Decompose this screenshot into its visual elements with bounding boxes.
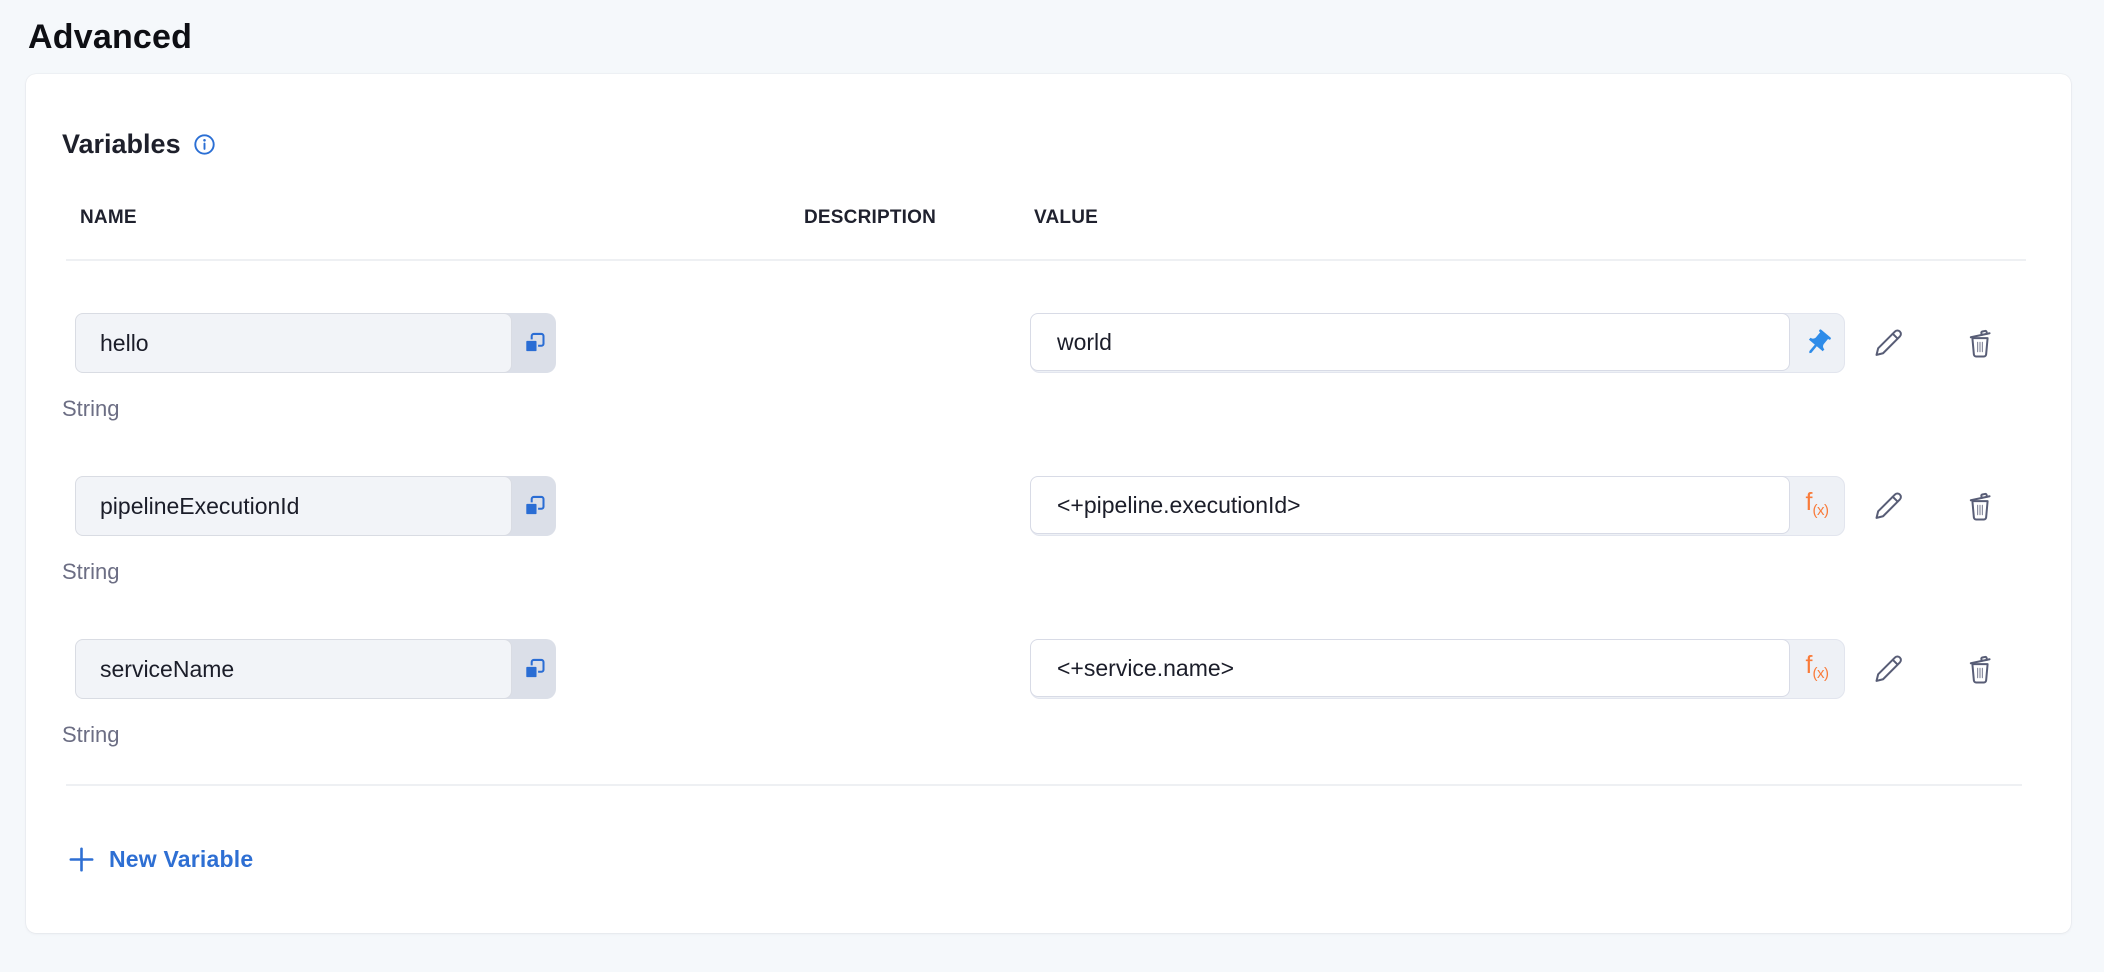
trash-icon — [1964, 653, 1996, 685]
variable-name-input[interactable] — [75, 313, 512, 373]
new-variable-button[interactable]: New Variable — [68, 846, 253, 873]
variable-name-input[interactable] — [75, 476, 512, 536]
delete-variable-button[interactable] — [1963, 489, 1997, 523]
variable-name-input[interactable] — [75, 639, 512, 699]
trash-icon — [1964, 490, 1996, 522]
fx-icon: f(x) — [1806, 653, 1829, 686]
variable-row-pipelineExecutionId: String f(x) — [62, 476, 2071, 586]
row-actions — [1845, 476, 2071, 536]
expression-value-type-button[interactable]: f(x) — [1790, 640, 1844, 698]
copy-variable-button[interactable] — [512, 476, 556, 536]
page-title: Advanced — [28, 20, 2104, 54]
pin-icon — [1802, 328, 1833, 359]
variable-type-label: String — [62, 721, 800, 749]
variable-description-cell — [800, 313, 1030, 373]
copy-icon — [521, 656, 548, 683]
row-actions — [1845, 639, 2071, 699]
variable-row-hello: String — [62, 313, 2071, 423]
variables-title: Variables — [62, 130, 181, 158]
copy-icon — [521, 330, 548, 357]
copy-variable-button[interactable] — [512, 639, 556, 699]
variables-heading: Variables — [62, 130, 2071, 158]
edit-variable-button[interactable] — [1871, 489, 1905, 523]
variable-name-group — [75, 476, 556, 536]
column-header-value: VALUE — [1034, 206, 2026, 229]
variable-type-label: String — [62, 558, 800, 586]
new-variable-label: New Variable — [109, 846, 253, 873]
variables-rows: String — [62, 261, 2071, 749]
delete-variable-button[interactable] — [1963, 326, 1997, 360]
name-cell: String — [62, 313, 800, 423]
variable-description-cell — [800, 476, 1030, 536]
variable-row-serviceName: String f(x) — [62, 639, 2071, 749]
copy-variable-button[interactable] — [512, 313, 556, 373]
variable-description-cell — [800, 639, 1030, 699]
column-header-description: DESCRIPTION — [804, 206, 1034, 229]
fx-icon: f(x) — [1806, 490, 1829, 523]
variable-value-group: f(x) — [1030, 476, 1845, 536]
column-header-name: NAME — [80, 206, 804, 229]
variables-table-header: NAME DESCRIPTION VALUE — [66, 206, 2026, 261]
copy-icon — [521, 493, 548, 520]
expression-value-type-button[interactable]: f(x) — [1790, 477, 1844, 535]
trash-icon — [1964, 327, 1996, 359]
pencil-icon — [1872, 653, 1904, 685]
plus-icon — [68, 846, 95, 873]
variable-name-group — [75, 639, 556, 699]
row-actions — [1845, 313, 2071, 373]
name-cell: String — [62, 639, 800, 749]
variable-value-input[interactable] — [1030, 476, 1790, 534]
edit-variable-button[interactable] — [1871, 652, 1905, 686]
variable-value-group — [1030, 313, 1845, 373]
delete-variable-button[interactable] — [1963, 652, 1997, 686]
variable-value-group: f(x) — [1030, 639, 1845, 699]
edit-variable-button[interactable] — [1871, 326, 1905, 360]
pencil-icon — [1872, 327, 1904, 359]
variable-type-label: String — [62, 395, 800, 423]
variable-name-group — [75, 313, 556, 373]
name-cell: String — [62, 476, 800, 586]
pencil-icon — [1872, 490, 1904, 522]
variable-value-input[interactable] — [1030, 313, 1790, 371]
variable-value-input[interactable] — [1030, 639, 1790, 697]
pinned-value-type-button[interactable] — [1790, 314, 1844, 372]
table-bottom-divider — [66, 784, 2022, 786]
variables-info-button[interactable] — [193, 132, 217, 156]
variables-panel: Variables NAME DESCRIPTION VALUE — [26, 74, 2071, 933]
info-icon — [193, 133, 216, 156]
